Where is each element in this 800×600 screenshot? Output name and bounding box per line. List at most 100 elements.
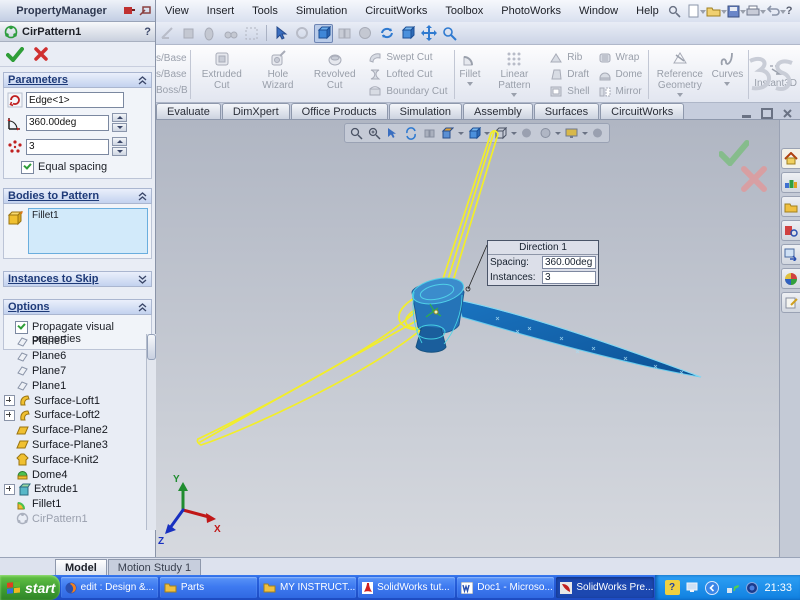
tree-item-plane1[interactable]: Plane1 xyxy=(0,378,146,393)
options-header[interactable]: Options xyxy=(3,299,152,315)
menu-toolbox[interactable]: Toolbox xyxy=(436,2,492,20)
revolve-icon[interactable] xyxy=(200,24,219,43)
swept-cut-button[interactable]: Swept Cut xyxy=(368,50,447,66)
tab-motion-study[interactable]: Motion Study 1 xyxy=(108,559,201,575)
doc-minimize-icon[interactable] xyxy=(742,115,751,118)
tree-item-surface-plane3[interactable]: Surface-Plane3 xyxy=(0,438,146,453)
count-spinner[interactable] xyxy=(112,137,127,156)
taskbar-item-solidworks-tut[interactable]: SolidWorks tut... xyxy=(358,577,455,598)
section-view-icon[interactable] xyxy=(440,125,456,141)
update-icon[interactable] xyxy=(745,580,760,595)
expand-icon[interactable] xyxy=(4,484,15,495)
tree-scrollbar[interactable] xyxy=(146,334,156,530)
menu-tools[interactable]: Tools xyxy=(243,2,287,20)
shadow-sphere-icon[interactable] xyxy=(356,24,375,43)
doc-restore-icon[interactable] xyxy=(761,108,773,119)
selected-body[interactable]: Fillet1 xyxy=(32,210,59,221)
spacing-value[interactable]: 360.00deg xyxy=(542,256,596,269)
scene-icon[interactable] xyxy=(563,125,579,141)
design-library-icon[interactable] xyxy=(781,172,800,193)
fillet-button[interactable]: Fillet xyxy=(456,47,483,102)
linear-pattern-button[interactable]: Linear Pattern xyxy=(484,47,546,102)
tab-circuitworks[interactable]: CircuitWorks xyxy=(600,103,684,119)
view-orientation-icon[interactable] xyxy=(466,125,482,141)
appearance-icon[interactable] xyxy=(537,125,553,141)
tree-item-surface-knit2[interactable]: Surface-Knit2 xyxy=(0,452,146,467)
appearances-icon[interactable] xyxy=(781,268,800,289)
grayed-tool-icon[interactable] xyxy=(293,24,312,43)
tree-item-fillet1[interactable]: Fillet1 xyxy=(0,497,146,512)
pan-book-icon[interactable] xyxy=(335,24,354,43)
network-signal-icon[interactable] xyxy=(725,580,740,595)
confirm-cancel-icon[interactable] xyxy=(741,166,767,192)
taskbar-item-firefox[interactable]: edit : Design &... xyxy=(61,577,158,598)
taskbar-item-my-instruct[interactable]: MY INSTRUCT... xyxy=(259,577,356,598)
cancel-button[interactable] xyxy=(34,47,48,61)
shadow-icon[interactable] xyxy=(519,125,535,141)
collapse-chevron-icon[interactable] xyxy=(138,192,147,201)
scene-dropdown-icon[interactable] xyxy=(582,132,588,135)
print-icon[interactable] xyxy=(746,2,760,21)
rib-button[interactable]: Rib xyxy=(549,50,589,66)
taskbar-item-parts[interactable]: Parts xyxy=(160,577,257,598)
hide-icons-chevron[interactable] xyxy=(705,580,720,595)
menu-insert[interactable]: Insert xyxy=(198,2,244,20)
custom-properties-icon[interactable] xyxy=(781,292,800,313)
tab-surfaces[interactable]: Surfaces xyxy=(534,103,599,119)
expand-icon[interactable] xyxy=(4,410,15,421)
bodies-selection-list[interactable]: Fillet1 xyxy=(28,208,148,254)
equal-spacing-checkbox[interactable]: Equal spacing xyxy=(21,161,148,174)
angle-field[interactable] xyxy=(26,115,109,131)
menu-simulation[interactable]: Simulation xyxy=(287,2,356,20)
binoculars-icon[interactable] xyxy=(221,24,240,43)
clipped-boss-buttons[interactable]: s/Base s/Base Boss/Base xyxy=(156,47,188,102)
menu-photoworks[interactable]: PhotoWorks xyxy=(492,2,570,20)
expand-chevron-icon[interactable] xyxy=(138,275,147,284)
tree-scroll-thumb[interactable] xyxy=(147,334,156,360)
taskbar-item-word-doc1[interactable]: Doc1 - Microso... xyxy=(457,577,554,598)
tree-item-extrude1[interactable]: Extrude1 xyxy=(0,482,146,497)
menu-help[interactable]: Help xyxy=(627,2,668,20)
tree-item-surface-loft2[interactable]: Surface-Loft2 xyxy=(0,408,146,423)
undock-icon[interactable] xyxy=(139,6,151,16)
menu-circuitworks[interactable]: CircuitWorks xyxy=(356,2,436,20)
mirror-button[interactable]: Mirror xyxy=(598,84,643,100)
ok-button[interactable] xyxy=(6,47,24,62)
view-cube-icon[interactable] xyxy=(398,24,417,43)
move-icon[interactable] xyxy=(419,24,438,43)
doc-close-icon[interactable] xyxy=(783,109,792,118)
wrap-button[interactable]: Wrap xyxy=(598,50,643,66)
rotate-view-icon[interactable] xyxy=(403,125,419,141)
angle-spinner[interactable] xyxy=(112,113,127,132)
tree-item-surface-plane2[interactable]: Surface-Plane2 xyxy=(0,423,146,438)
file-explorer-icon[interactable] xyxy=(781,196,800,217)
draft-button[interactable]: Draft xyxy=(549,67,589,83)
display-style-dropdown-icon[interactable] xyxy=(511,132,517,135)
pm-help-button[interactable]: ? xyxy=(144,26,151,38)
extrude-boss-icon[interactable] xyxy=(179,24,198,43)
dome-button[interactable]: Dome xyxy=(598,67,643,83)
view-orientation-dropdown-icon[interactable] xyxy=(484,132,490,135)
tab-dimxpert[interactable]: DimXpert xyxy=(222,103,290,119)
undo-icon[interactable] xyxy=(766,2,780,21)
tab-assembly[interactable]: Assembly xyxy=(463,103,533,119)
view-selector-icon[interactable] xyxy=(385,125,401,141)
tree-item-plane6[interactable]: Plane6 xyxy=(0,349,146,364)
search-icon[interactable] xyxy=(668,2,681,21)
fillet-dropdown-icon[interactable] xyxy=(467,82,473,86)
open-icon[interactable] xyxy=(706,2,721,21)
taskbar-item-solidworks[interactable]: SolidWorks Pre... xyxy=(556,577,653,598)
revolved-cut-button[interactable]: Revolved Cut xyxy=(305,47,364,102)
appearance-dropdown-icon[interactable] xyxy=(555,132,561,135)
boundary-cut-button[interactable]: Boundary Cut xyxy=(368,84,447,100)
lofted-cut-button[interactable]: Lofted Cut xyxy=(368,67,447,83)
zoom-fit-icon[interactable] xyxy=(348,125,364,141)
pan-icon[interactable] xyxy=(421,125,437,141)
curves-dropdown-icon[interactable] xyxy=(724,82,730,86)
start-button[interactable]: start xyxy=(0,575,60,600)
tab-office-products[interactable]: Office Products xyxy=(291,103,388,119)
extruded-cut-button[interactable]: Extruded Cut xyxy=(193,47,251,102)
pushpin-icon[interactable] xyxy=(123,5,136,16)
confirm-ok-icon[interactable] xyxy=(719,140,749,166)
tree-item-cirpattern1[interactable]: CirPattern1 xyxy=(0,512,146,527)
